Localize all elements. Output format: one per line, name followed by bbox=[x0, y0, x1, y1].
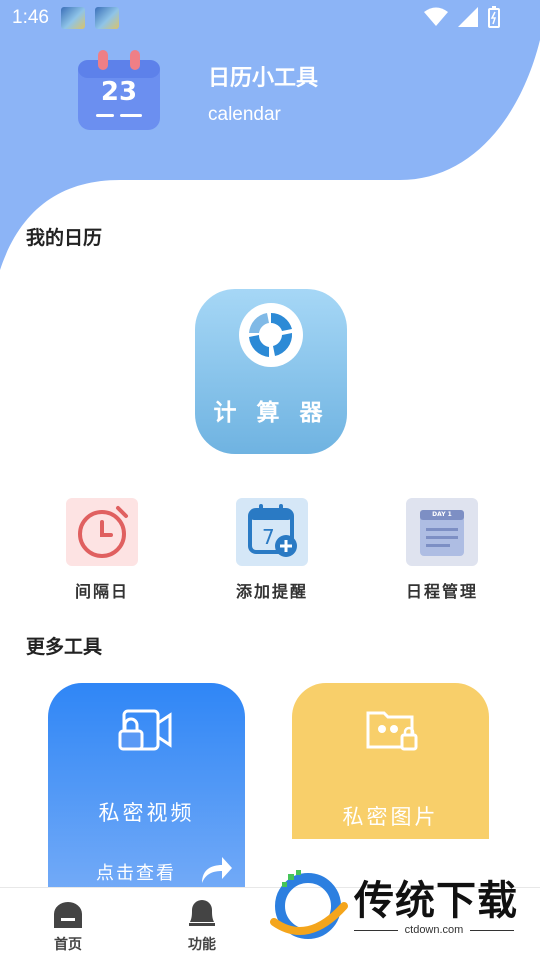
tab-functions[interactable]: 功能 bbox=[172, 900, 232, 954]
tool-label-add-reminder: 添加提醒 bbox=[235, 582, 308, 601]
home-icon bbox=[54, 902, 82, 928]
schedule-badge: DAY 1 bbox=[432, 511, 452, 518]
app-subtitle: calendar bbox=[208, 104, 281, 125]
locked-video-icon bbox=[118, 709, 172, 751]
tab-home[interactable]: 首页 bbox=[38, 900, 98, 954]
private-video-title: 私密视频 bbox=[98, 801, 195, 825]
tool-label-schedule-management: 日程管理 bbox=[405, 582, 478, 601]
tool-interval-days[interactable]: 间隔日 bbox=[32, 498, 172, 602]
calculator-logo-icon bbox=[239, 303, 303, 367]
status-time: 1:46 bbox=[12, 7, 49, 28]
private-image-card[interactable]: 私密图片 bbox=[292, 683, 489, 839]
svg-text:7: 7 bbox=[262, 525, 275, 549]
watermark: 传统下载 ctdown.com bbox=[262, 860, 540, 960]
tool-label-interval-days: 间隔日 bbox=[74, 582, 129, 601]
private-video-view-link[interactable]: 点击查看 bbox=[96, 859, 176, 885]
calendar-app-icon: 23 bbox=[76, 50, 162, 132]
notification-thumbnail-icon bbox=[61, 7, 85, 29]
private-image-title: 私密图片 bbox=[342, 805, 439, 829]
tab-label-home: 首页 bbox=[54, 937, 82, 953]
section-title-more-tools: 更多工具 bbox=[26, 636, 103, 658]
notification-thumbnail-icon bbox=[95, 7, 119, 29]
private-video-card[interactable]: 私密视频 点击查看 bbox=[48, 683, 245, 913]
watermark-line bbox=[470, 930, 514, 931]
tab-label-functions: 功能 bbox=[188, 937, 216, 953]
tool-add-reminder[interactable]: 7 添加提醒 bbox=[202, 498, 342, 602]
calculator-button[interactable]: 计 算 器 bbox=[195, 289, 347, 454]
signal-icon bbox=[458, 7, 478, 27]
watermark-logo-icon bbox=[270, 870, 348, 939]
section-title-my-calendar: 我的日历 bbox=[26, 227, 103, 249]
app-title: 日历小工具 bbox=[208, 66, 319, 91]
battery-icon bbox=[488, 6, 500, 28]
watermark-brand: 传统下载 bbox=[354, 878, 518, 924]
calendar-add-icon: 7 bbox=[236, 498, 308, 566]
status-bar: 1:46 bbox=[0, 0, 540, 36]
tool-schedule-management[interactable]: DAY 1 日程管理 bbox=[372, 498, 512, 602]
calculator-label: 计 算 器 bbox=[213, 400, 329, 426]
wifi-icon bbox=[424, 7, 448, 26]
clock-icon bbox=[66, 498, 138, 566]
locked-folder-icon bbox=[366, 711, 418, 751]
calendar-day-number: 23 bbox=[100, 77, 138, 107]
schedule-icon: DAY 1 bbox=[406, 498, 478, 566]
share-arrow-icon bbox=[202, 857, 232, 883]
bell-icon bbox=[189, 900, 215, 926]
